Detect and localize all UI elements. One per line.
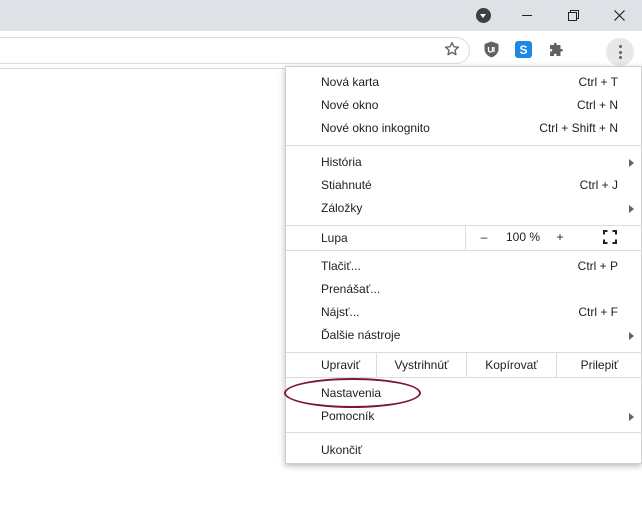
zoom-row: Lupa – 100 % + bbox=[286, 225, 642, 250]
menu-item-history[interactable]: História bbox=[286, 151, 642, 174]
cut-button[interactable]: Vystrihnúť bbox=[376, 352, 466, 377]
menu-item-more-tools[interactable]: Ďalšie nástroje bbox=[286, 324, 642, 347]
menu-item-incognito[interactable]: Nové okno inkognito Ctrl + Shift + N bbox=[286, 117, 642, 140]
menu-item-find[interactable]: Nájsť... Ctrl + F bbox=[286, 301, 642, 324]
zoom-label: Lupa bbox=[321, 231, 348, 245]
minimize-icon bbox=[522, 15, 532, 16]
close-button[interactable] bbox=[597, 0, 641, 31]
restore-button[interactable] bbox=[551, 0, 595, 31]
profile-dropdown-button[interactable] bbox=[472, 0, 494, 31]
menu-item-new-tab[interactable]: Nová karta Ctrl + T bbox=[286, 71, 642, 94]
submenu-arrow-icon bbox=[629, 159, 634, 167]
shield-icon bbox=[484, 41, 499, 58]
restore-icon bbox=[567, 10, 579, 21]
menu-item-bookmarks[interactable]: Záložky bbox=[286, 197, 642, 220]
menu-item-exit[interactable]: Ukončiť bbox=[286, 439, 642, 462]
minimize-button[interactable] bbox=[505, 0, 549, 31]
extensions-button[interactable] bbox=[547, 41, 564, 58]
menu-separator bbox=[286, 432, 642, 433]
edit-row: Upraviť Vystrihnúť Kopírovať Prilepiť bbox=[286, 352, 642, 377]
skype-extension-icon[interactable]: S bbox=[515, 41, 532, 58]
zoom-out-button[interactable]: – bbox=[478, 230, 490, 244]
paste-button[interactable]: Prilepiť bbox=[556, 352, 642, 377]
submenu-arrow-icon bbox=[629, 332, 634, 340]
menu-item-print[interactable]: Tlačiť... Ctrl + P bbox=[286, 255, 642, 278]
chrome-menu: Nová karta Ctrl + T Nové okno Ctrl + N N… bbox=[285, 66, 642, 464]
puzzle-icon bbox=[549, 42, 563, 56]
submenu-arrow-icon bbox=[629, 205, 634, 213]
menu-item-new-window[interactable]: Nové okno Ctrl + N bbox=[286, 94, 642, 117]
star-icon[interactable] bbox=[443, 40, 461, 58]
ublock-extension-icon[interactable] bbox=[483, 41, 500, 58]
dropdown-arrow-icon bbox=[475, 8, 491, 23]
browser-toolbar bbox=[0, 31, 642, 69]
more-vert-icon[interactable] bbox=[606, 38, 634, 66]
edit-label: Upraviť bbox=[321, 358, 361, 372]
submenu-arrow-icon bbox=[629, 413, 634, 421]
fullscreen-icon[interactable] bbox=[603, 230, 617, 244]
menu-item-settings[interactable]: Nastavenia bbox=[286, 382, 642, 405]
zoom-in-button[interactable]: + bbox=[554, 230, 566, 244]
zoom-divider bbox=[465, 225, 466, 250]
zoom-level: 100 % bbox=[505, 230, 541, 244]
menu-item-downloads[interactable]: Stiahnuté Ctrl + J bbox=[286, 174, 642, 197]
menu-item-cast[interactable]: Prenášať... bbox=[286, 278, 642, 301]
menu-item-help[interactable]: Pomocník bbox=[286, 405, 642, 428]
address-bar[interactable] bbox=[0, 37, 470, 64]
close-icon bbox=[613, 10, 625, 21]
title-bar bbox=[0, 0, 642, 31]
menu-separator bbox=[286, 377, 642, 378]
copy-button[interactable]: Kopírovať bbox=[466, 352, 556, 377]
menu-separator bbox=[286, 250, 642, 251]
menu-separator bbox=[286, 145, 642, 146]
skype-letter: S bbox=[519, 42, 528, 57]
